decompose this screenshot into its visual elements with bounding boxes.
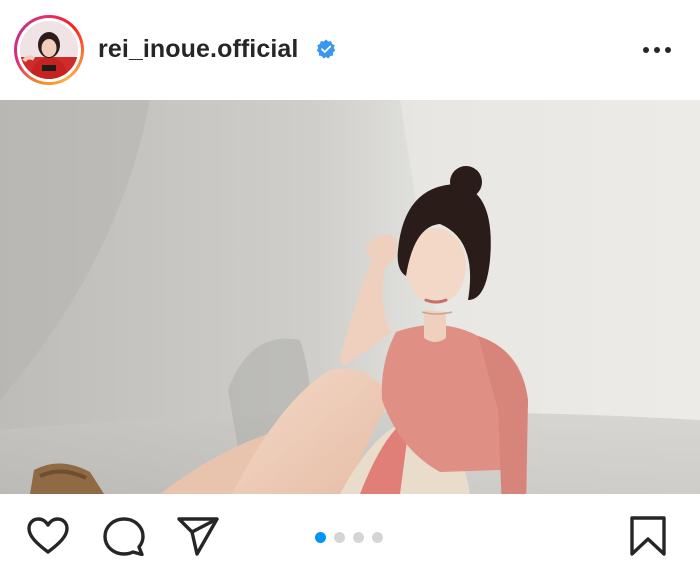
post-header: rei_inoue.official: [0, 0, 700, 100]
heart-icon[interactable]: [26, 516, 70, 556]
action-bar: [0, 494, 700, 570]
carousel-dot-1: [315, 532, 326, 543]
paper-plane-icon[interactable]: [176, 516, 220, 556]
story-ring[interactable]: [14, 15, 84, 85]
comment-bubble-icon[interactable]: [102, 516, 146, 556]
carousel-dot-3: [353, 532, 364, 543]
post-image[interactable]: [0, 100, 700, 494]
profile-avatar[interactable]: [20, 21, 78, 79]
bookmark-icon[interactable]: [626, 516, 670, 556]
instagram-post: rei_inoue.official: [0, 0, 700, 570]
username[interactable]: rei_inoue.official: [98, 34, 298, 64]
carousel-dot-4: [372, 532, 383, 543]
carousel-dot-2: [334, 532, 345, 543]
verified-badge-icon: [316, 39, 336, 59]
more-options-icon[interactable]: [640, 36, 674, 64]
carousel-indicator: [315, 532, 387, 544]
